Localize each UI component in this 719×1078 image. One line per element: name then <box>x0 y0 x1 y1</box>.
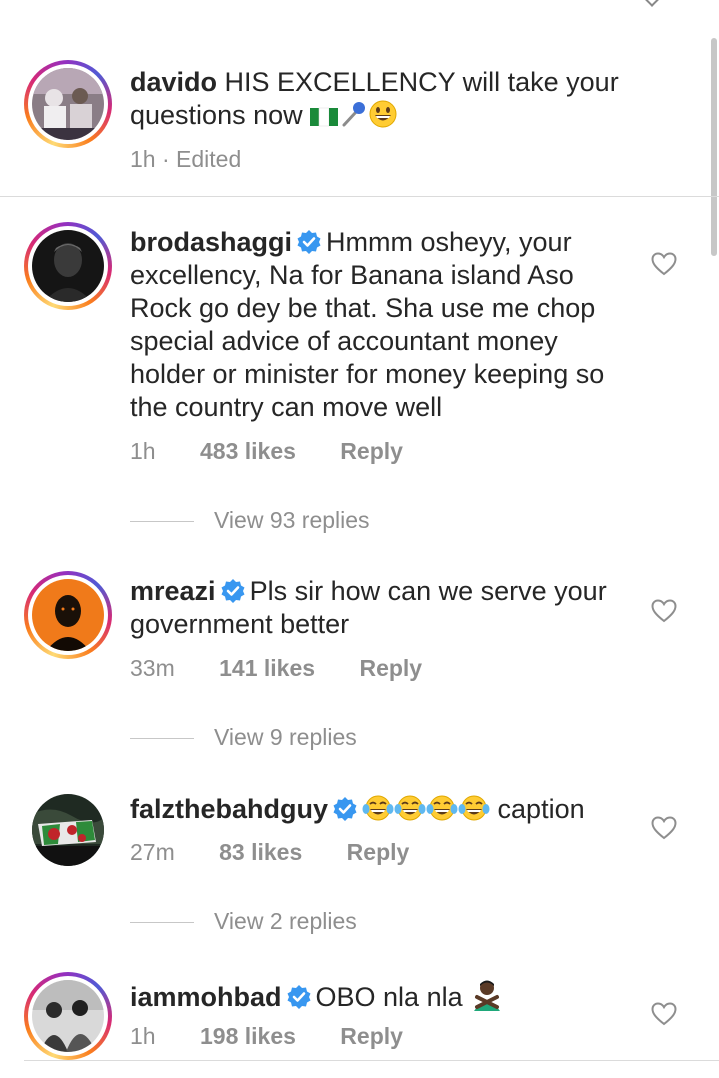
avatar-photo <box>32 980 104 1052</box>
comment-text: iammohbad OBO nla nla <box>130 979 630 1019</box>
like-heart-icon[interactable] <box>651 599 677 623</box>
comment-likes[interactable]: 198 likes <box>200 1023 296 1050</box>
avatar[interactable] <box>24 790 112 878</box>
like-heart-icon[interactable] <box>651 252 677 276</box>
post-caption: davido HIS EXCELLENCY will take your que… <box>0 60 719 197</box>
comment-meta: 33m 141 likes Reply <box>130 655 422 682</box>
comment-username[interactable]: brodashaggi <box>130 227 292 257</box>
verified-badge-icon <box>220 578 246 604</box>
view-replies-button[interactable]: View 9 replies <box>130 724 357 751</box>
comment-meta: 1h 198 likes Reply <box>130 1023 403 1050</box>
person-gesturing-no-icon <box>470 979 504 1019</box>
reply-button[interactable]: Reply <box>340 1023 403 1050</box>
comment-meta: 27m 83 likes Reply <box>130 839 409 866</box>
like-heart-icon[interactable] <box>651 816 677 840</box>
comment-time: 33m <box>130 655 175 681</box>
comment-text: mreazi Pls sir how can we serve your gove… <box>130 575 630 641</box>
comment-username[interactable]: iammohbad <box>130 982 282 1012</box>
face-with-tears-of-joy-icon <box>426 793 458 831</box>
reply-button[interactable]: Reply <box>359 655 422 682</box>
avatar[interactable] <box>24 60 112 148</box>
view-replies-label[interactable]: View 9 replies <box>214 724 357 750</box>
face-with-tears-of-joy-icon <box>458 793 490 831</box>
comment-likes[interactable]: 483 likes <box>200 438 296 465</box>
like-heart-icon[interactable] <box>651 1002 677 1026</box>
comments-screen: davido HIS EXCELLENCY will take your que… <box>0 0 719 1078</box>
comment-likes[interactable]: 141 likes <box>219 655 315 682</box>
view-replies-label[interactable]: View 93 replies <box>214 507 370 533</box>
divider <box>130 521 194 523</box>
avatar[interactable] <box>24 222 112 310</box>
comment-text: falzthebahdguy caption <box>130 793 650 831</box>
comment-username[interactable]: falzthebahdguy <box>130 794 328 824</box>
avatar-photo <box>32 794 104 866</box>
nigeria-flag-icon <box>310 104 339 137</box>
verified-badge-icon <box>296 229 322 255</box>
comment-time: 1h <box>130 438 156 464</box>
view-replies-button[interactable]: View 93 replies <box>130 507 370 534</box>
caption-text: davido HIS EXCELLENCY will take your que… <box>130 66 640 137</box>
verified-badge-icon <box>286 984 312 1010</box>
comment-body: caption <box>497 794 585 824</box>
verified-badge-icon <box>332 796 358 822</box>
comment-text: brodashaggi Hmmm osheyy, your excellency,… <box>130 226 630 424</box>
avatar-photo <box>32 230 104 302</box>
comment-meta: 1h 483 likes Reply <box>130 438 403 465</box>
divider <box>130 738 194 740</box>
caption-meta: 1h · Edited <box>130 146 242 172</box>
divider <box>130 922 194 924</box>
microphone-icon <box>338 99 368 137</box>
face-with-tears-of-joy-icon <box>362 793 394 831</box>
grinning-face-icon <box>368 99 398 137</box>
avatar-photo <box>32 579 104 651</box>
comment-time: 27m <box>130 839 175 865</box>
face-with-tears-of-joy-icon <box>394 793 426 831</box>
comment-username[interactable]: mreazi <box>130 576 216 606</box>
avatar[interactable] <box>24 972 112 1060</box>
avatar[interactable] <box>24 571 112 659</box>
divider <box>24 1060 719 1061</box>
avatar-photo <box>32 68 104 140</box>
chevron-icon[interactable] <box>642 0 662 7</box>
caption-username[interactable]: davido <box>130 67 217 97</box>
comment-time: 1h <box>130 1023 156 1049</box>
comment-likes[interactable]: 83 likes <box>219 839 302 866</box>
comment-body: OBO nla nla <box>315 982 463 1012</box>
view-replies-label[interactable]: View 2 replies <box>214 908 357 934</box>
reply-button[interactable]: Reply <box>347 839 410 866</box>
reply-button[interactable]: Reply <box>340 438 403 465</box>
view-replies-button[interactable]: View 2 replies <box>130 908 357 935</box>
